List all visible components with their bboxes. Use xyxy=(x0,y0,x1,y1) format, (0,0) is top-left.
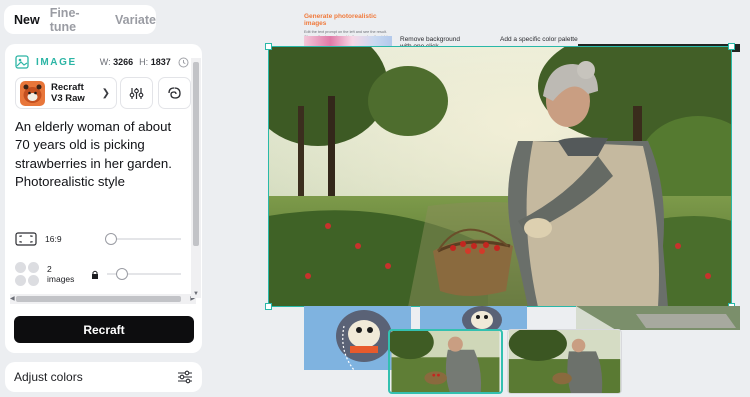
height-value: 1837 xyxy=(150,57,171,67)
swirl-icon xyxy=(168,86,181,99)
scroll-left-arrow-icon[interactable]: ◀ xyxy=(10,295,15,302)
note-remove-background: Remove background xyxy=(400,36,460,43)
resize-handle-bottom-left[interactable] xyxy=(265,303,272,310)
adjust-colors-label: Adjust colors xyxy=(14,370,83,384)
model-selector[interactable]: Recraft V3 Raw ❯ xyxy=(15,77,117,109)
red-panda-avatar-icon xyxy=(20,80,45,106)
images-icon xyxy=(15,262,39,286)
generate-button[interactable]: Recraft xyxy=(14,316,194,343)
resize-handle-top-right[interactable] xyxy=(728,43,735,50)
images-count-label: 2 images xyxy=(47,264,74,284)
template-card-title: Generate photorealistic images xyxy=(304,13,377,27)
style-button[interactable] xyxy=(158,77,191,109)
adjust-sliders-icon[interactable] xyxy=(177,370,193,384)
lock-icon[interactable] xyxy=(91,270,99,279)
generation-panel: IMAGE W: 3266 H: 1837 Recraft V3 Raw ❯ A… xyxy=(5,44,202,353)
horizontal-scrollbar[interactable]: ◀ ▶ xyxy=(10,294,196,304)
resize-handle-top-left[interactable] xyxy=(265,43,272,50)
mode-tabs: New Fine-tune Variate xyxy=(4,5,156,34)
vertical-scroll-thumb[interactable] xyxy=(193,62,199,246)
variation-thumbnail-2[interactable] xyxy=(507,329,622,394)
generated-image-main[interactable] xyxy=(268,46,732,307)
height-label: H: xyxy=(139,57,149,67)
aspect-ratio-slider[interactable] xyxy=(107,238,181,240)
sliders-icon xyxy=(129,87,144,99)
images-count-slider-knob[interactable] xyxy=(115,268,128,280)
tab-fine-tune[interactable]: Fine-tune xyxy=(50,6,105,34)
width-value: 3266 xyxy=(113,57,134,67)
tab-variate[interactable]: Variate xyxy=(115,13,156,27)
variation-thumbnail-1[interactable] xyxy=(388,329,503,394)
cartoon-bear-image-2[interactable] xyxy=(420,306,527,330)
panel-scroll-area: IMAGE W: 3266 H: 1837 Recraft V3 Raw ❯ A… xyxy=(5,44,196,340)
image-icon xyxy=(15,55,29,69)
aspect-ratio-value: 16:9 xyxy=(45,234,62,244)
panel-header: IMAGE W: 3266 H: 1837 xyxy=(15,54,191,70)
images-count-row[interactable]: 2 images xyxy=(15,260,187,288)
model-name: Recraft V3 Raw xyxy=(51,82,85,104)
section-label: IMAGE xyxy=(36,56,77,68)
model-name-line2: V3 Raw xyxy=(51,93,85,104)
prompt-textarea[interactable]: An elderly woman of about 70 years old i… xyxy=(15,118,185,191)
app-canvas: Generate photorealistic images Edit the … xyxy=(0,0,750,397)
framed-image-edge[interactable] xyxy=(576,306,740,330)
tab-new[interactable]: New xyxy=(14,13,40,27)
width-display[interactable]: W: 3266 xyxy=(100,57,133,67)
aspect-ratio-slider-knob[interactable] xyxy=(104,233,117,245)
model-name-line1: Recraft xyxy=(51,82,84,93)
aspect-ratio-row[interactable]: 16:9 xyxy=(15,228,187,250)
chevron-right-icon: ❯ xyxy=(101,88,110,99)
images-count-value: 2 xyxy=(47,264,52,274)
vertical-scrollbar[interactable]: ▼ xyxy=(191,58,201,298)
scroll-down-arrow-icon[interactable]: ▼ xyxy=(193,291,199,297)
images-count-unit: images xyxy=(47,274,75,284)
width-label: W: xyxy=(99,57,111,67)
horizontal-scroll-thumb[interactable] xyxy=(16,296,181,302)
height-display[interactable]: H: 1837 xyxy=(139,57,171,67)
note-color-palette: Add a specific color palette xyxy=(500,36,578,43)
adjust-colors-section[interactable]: Adjust colors xyxy=(5,362,202,392)
aspect-ratio-icon xyxy=(15,232,37,246)
clock-icon[interactable] xyxy=(178,57,189,68)
settings-button[interactable] xyxy=(120,77,153,109)
